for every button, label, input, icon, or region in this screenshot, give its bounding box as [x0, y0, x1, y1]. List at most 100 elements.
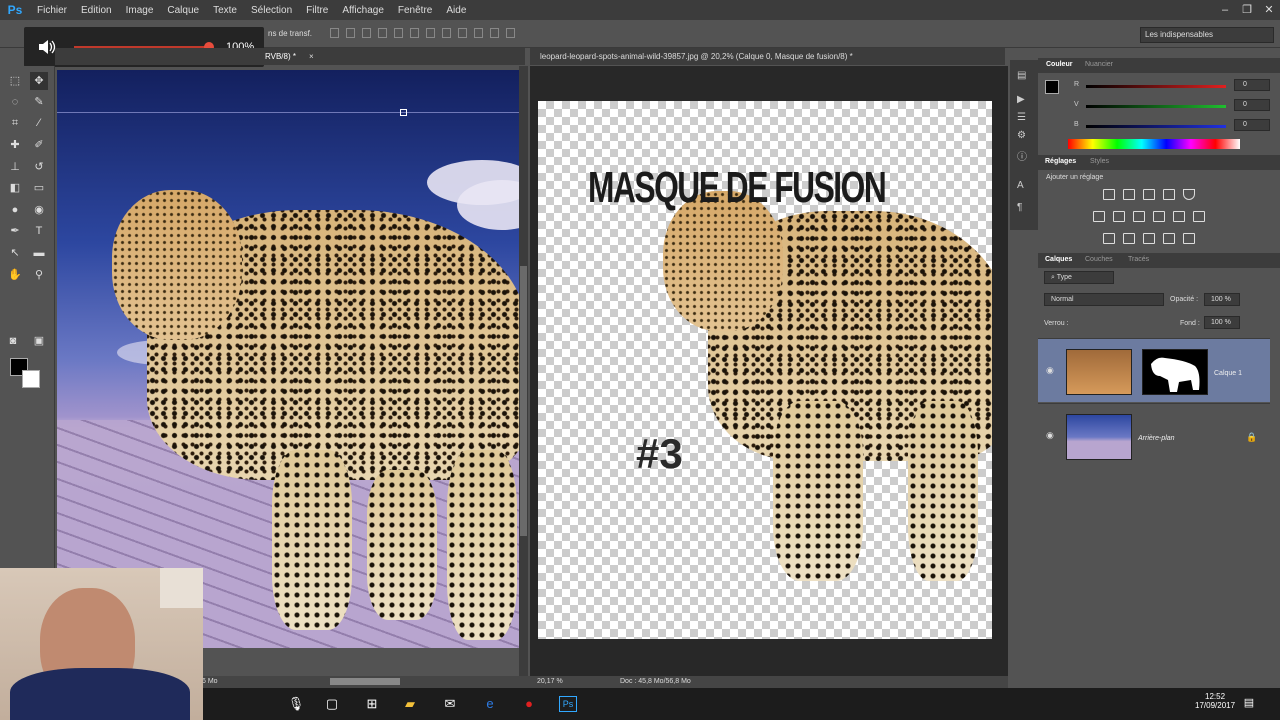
history-icon[interactable]: ▤: [1017, 70, 1031, 84]
layer-thumbnail[interactable]: [1066, 414, 1132, 460]
eraser-icon[interactable]: ◧: [6, 179, 24, 197]
transform-controls-label[interactable]: ns de transf.: [268, 29, 312, 38]
path-selection-icon[interactable]: ↖: [6, 244, 24, 262]
align-bottom-icon[interactable]: [362, 28, 371, 38]
distribute-left-icon[interactable]: [474, 28, 483, 38]
layer-name[interactable]: Arrière-plan: [1138, 435, 1175, 442]
layer-filter-select[interactable]: ⌕ Type: [1044, 271, 1114, 284]
green-value[interactable]: 0: [1234, 99, 1270, 111]
layer-mask-thumbnail[interactable]: [1142, 349, 1208, 395]
channel-mixer-icon[interactable]: [1173, 211, 1185, 222]
brush-tool-icon[interactable]: ✐: [30, 136, 48, 154]
folder-icon[interactable]: ▰: [401, 696, 419, 712]
distribute-bottom-icon[interactable]: [458, 28, 467, 38]
menu-calque[interactable]: Calque: [160, 5, 206, 16]
levels-icon[interactable]: [1123, 189, 1135, 200]
tool-presets-icon[interactable]: ⚙: [1017, 130, 1031, 144]
document-tab-2[interactable]: leopard-leopard-spots-animal-wild-39857.…: [530, 48, 1005, 65]
task-view-icon[interactable]: ▢: [323, 696, 341, 712]
screen-mode-icon[interactable]: ▣: [30, 332, 48, 350]
eye-icon[interactable]: ◉: [1046, 365, 1056, 375]
color-spectrum[interactable]: [1068, 139, 1240, 149]
workspace-select[interactable]: Les indispensables: [1140, 27, 1274, 43]
photoshop-icon[interactable]: Ps: [559, 696, 577, 712]
clone-stamp-icon[interactable]: ⊥: [6, 158, 24, 176]
tab-couleur[interactable]: Couleur: [1046, 61, 1072, 68]
paragraph-icon[interactable]: ¶: [1017, 202, 1031, 216]
lasso-tool-icon[interactable]: ◌: [6, 93, 24, 111]
red-value[interactable]: 0: [1234, 79, 1270, 91]
microphone-icon[interactable]: 🎙: [287, 696, 305, 712]
distribute-right-icon[interactable]: [506, 28, 515, 38]
guide-line[interactable]: [57, 112, 519, 113]
invert-icon[interactable]: [1103, 233, 1115, 244]
opacity-field[interactable]: 100 %: [1204, 293, 1240, 306]
canvas-composite[interactable]: [57, 70, 519, 648]
maximize-button[interactable]: ❐: [1236, 0, 1258, 20]
notification-icon[interactable]: ▤: [1240, 696, 1258, 712]
foreground-color-swatch[interactable]: [1045, 80, 1059, 94]
blend-mode-select[interactable]: Normal: [1044, 293, 1164, 306]
eyedropper-icon[interactable]: ⁄: [30, 114, 48, 132]
photo-filter-icon[interactable]: [1153, 211, 1165, 222]
align-middle-icon[interactable]: [346, 28, 355, 38]
menu-edition[interactable]: Edition: [74, 5, 119, 16]
menu-filtre[interactable]: Filtre: [299, 5, 335, 16]
menu-fenetre[interactable]: Fenêtre: [391, 5, 439, 16]
align-left-icon[interactable]: [378, 28, 387, 38]
selective-color-icon[interactable]: [1163, 233, 1175, 244]
zoom-tool-icon[interactable]: ⚲: [30, 266, 48, 284]
black-white-icon[interactable]: [1133, 211, 1145, 222]
dodge-tool-icon[interactable]: ◉: [30, 201, 48, 219]
menu-image[interactable]: Image: [119, 5, 161, 16]
canvas-1-scrollbar[interactable]: [519, 66, 528, 676]
color-balance-icon[interactable]: [1113, 211, 1125, 222]
close-tab-1-button[interactable]: ×: [309, 52, 314, 61]
eye-icon[interactable]: ◉: [1046, 430, 1056, 440]
distribute-top-icon[interactable]: [426, 28, 435, 38]
menu-texte[interactable]: Texte: [206, 5, 244, 16]
move-tool-icon[interactable]: ✥: [30, 72, 48, 90]
actions-play-icon[interactable]: ▶: [1017, 94, 1031, 108]
rectangle-tool-icon[interactable]: ▬: [30, 244, 48, 262]
hue-saturation-icon[interactable]: [1093, 211, 1105, 222]
tab-traces[interactable]: Tracés: [1128, 256, 1149, 263]
brightness-icon[interactable]: [1103, 189, 1115, 200]
mail-icon[interactable]: ✉: [441, 696, 459, 712]
minimize-button[interactable]: –: [1214, 0, 1236, 20]
exposure-icon[interactable]: [1163, 189, 1175, 200]
curves-icon[interactable]: [1143, 189, 1155, 200]
type-tool-icon[interactable]: T: [30, 222, 48, 240]
crop-tool-icon[interactable]: ⌗: [6, 114, 24, 132]
marquee-tool-icon[interactable]: ⬚: [6, 72, 24, 90]
healing-brush-icon[interactable]: ✚: [6, 136, 24, 154]
transform-handle[interactable]: [400, 109, 407, 116]
distribute-middle-icon[interactable]: [442, 28, 451, 38]
green-slider[interactable]: [1086, 105, 1226, 108]
distribute-center-icon[interactable]: [490, 28, 499, 38]
layer-name[interactable]: Calque 1: [1214, 370, 1242, 377]
edge-icon[interactable]: e: [481, 696, 499, 712]
document-tab-1[interactable]: RVB/8) * ×: [55, 48, 525, 65]
blue-value[interactable]: 0: [1234, 119, 1270, 131]
horizontal-scrollbar-thumb[interactable]: [330, 678, 400, 685]
align-right-icon[interactable]: [410, 28, 419, 38]
windows-icon[interactable]: ⊞: [363, 696, 381, 712]
threshold-icon[interactable]: [1143, 233, 1155, 244]
character-icon[interactable]: A: [1017, 180, 1031, 194]
blur-tool-icon[interactable]: ●: [6, 201, 24, 219]
background-color-swatch[interactable]: [22, 370, 40, 388]
menu-affichage[interactable]: Affichage: [335, 5, 391, 16]
gradient-map-icon[interactable]: [1183, 233, 1195, 244]
history-brush-icon[interactable]: ↺: [30, 158, 48, 176]
quick-mask-icon[interactable]: ◙: [4, 332, 22, 350]
tab-styles[interactable]: Styles: [1090, 158, 1109, 165]
gradient-tool-icon[interactable]: ▭: [30, 179, 48, 197]
posterize-icon[interactable]: [1123, 233, 1135, 244]
zoom-level[interactable]: 20,17 %: [537, 678, 563, 685]
quick-selection-icon[interactable]: ✎: [30, 93, 48, 111]
fill-field[interactable]: 100 %: [1204, 316, 1240, 329]
layer-row-arriere-plan[interactable]: ◉ Arrière-plan 🔒: [1038, 403, 1270, 467]
layer-thumbnail[interactable]: [1066, 349, 1132, 395]
menu-fichier[interactable]: Fichier: [30, 5, 74, 16]
